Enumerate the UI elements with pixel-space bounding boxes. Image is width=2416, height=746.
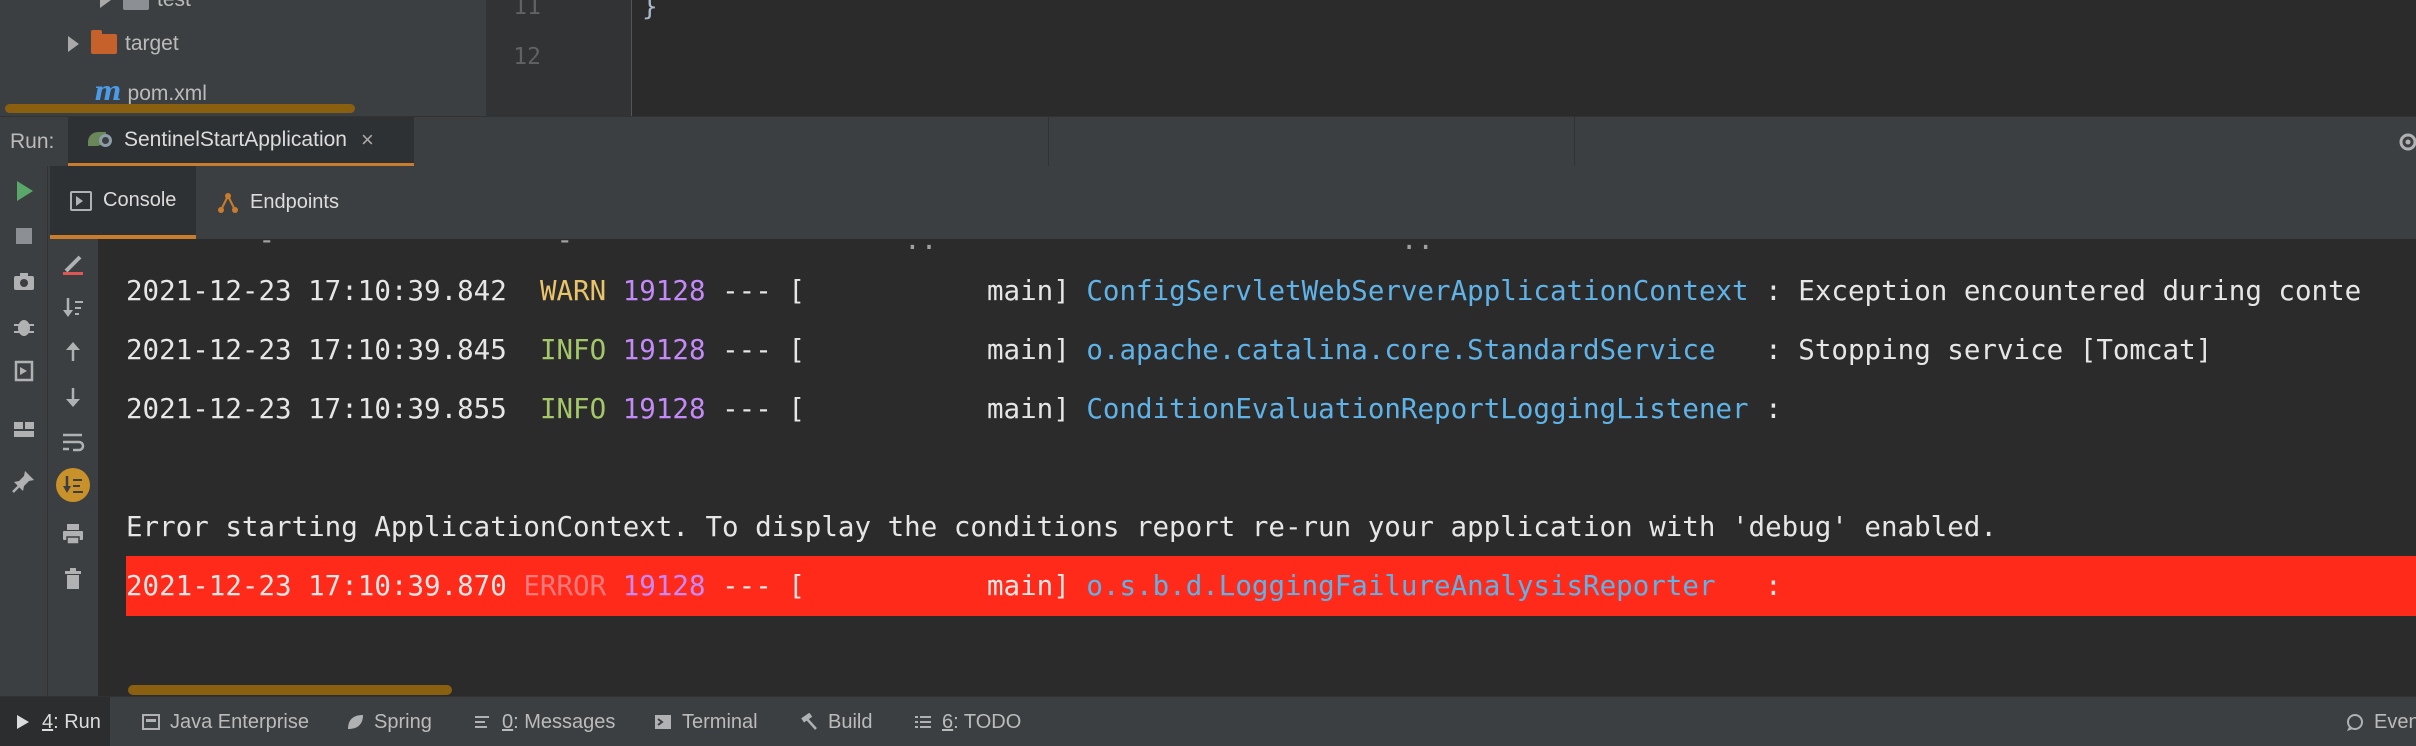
- toolwindow-run-button[interactable]: 4: Run: [0, 697, 110, 746]
- tab-endpoints[interactable]: Endpoints: [216, 166, 376, 239]
- endpoints-icon: [218, 192, 238, 213]
- line-number: 11: [513, 0, 541, 20]
- todo-list-icon: [915, 716, 931, 728]
- log-logger: o.s.b.d.LoggingFailureAnalysisReporter: [1086, 570, 1716, 602]
- tab-console[interactable]: Console: [50, 166, 196, 239]
- line-number: 12: [513, 44, 541, 70]
- toolwindow-terminal-button[interactable]: Terminal: [654, 697, 758, 746]
- log-level: INFO: [539, 393, 607, 425]
- toolwindow-messages-button[interactable]: 0: Messages: [474, 697, 615, 746]
- toolwindow-todo-button[interactable]: 6: TODO: [914, 697, 1021, 746]
- editor-region: test target m pom.xml 11 12 }: [0, 0, 2416, 116]
- tree-item-label: pom.xml: [127, 82, 207, 105]
- toolwindow-spring-button[interactable]: Spring: [346, 697, 432, 746]
- console-output[interactable]: - - .. .. 2021-12-23 17:10:39.842 WARN 1…: [98, 239, 2416, 696]
- camera-icon[interactable]: [11, 268, 37, 294]
- code-editor[interactable]: }: [632, 0, 2416, 116]
- log-pid: 19128: [622, 275, 706, 307]
- log-pid: 19128: [622, 570, 706, 602]
- event-log-icon: [2347, 714, 2363, 731]
- log-level: ERROR: [523, 570, 607, 602]
- layout-icon[interactable]: [11, 416, 37, 442]
- spring-leaf-icon: [348, 715, 363, 729]
- print-icon[interactable]: [60, 521, 86, 547]
- log-pid: 19128: [622, 393, 706, 425]
- scroll-to-end-icon[interactable]: [55, 467, 91, 503]
- log-pid: 19128: [622, 334, 706, 366]
- rerun-icon[interactable]: [11, 178, 37, 204]
- hammer-icon: [801, 713, 817, 730]
- log-message-line: Error starting ApplicationContext. To di…: [126, 511, 1997, 543]
- log-level: WARN: [539, 275, 607, 307]
- pin-icon[interactable]: [11, 468, 37, 494]
- log-level: INFO: [539, 334, 607, 366]
- tool-window-strip: 4: Run Java Enterprise Spring 0: Message…: [0, 696, 2416, 746]
- run-tab-label: SentinelStartApplication: [124, 128, 347, 151]
- java-enterprise-icon: [142, 714, 160, 730]
- spring-boot-run-icon: [88, 130, 114, 150]
- log-line: 2021-12-23 17:10:39.842 WARN 19128 --- […: [126, 275, 2362, 307]
- code-text: }: [642, 0, 658, 22]
- play-icon: [17, 715, 29, 729]
- arrow-down-icon[interactable]: [60, 384, 86, 410]
- log-logger: ConditionEvaluationReportLoggingListener: [1086, 393, 1749, 425]
- console-horizontal-scrollbar[interactable]: [128, 685, 452, 695]
- trash-icon[interactable]: [60, 566, 86, 592]
- run-config-tab[interactable]: SentinelStartApplication ×: [68, 117, 414, 167]
- tree-item-label: test: [157, 0, 191, 12]
- debug-bug-icon[interactable]: [11, 313, 37, 339]
- messages-icon: [475, 716, 489, 728]
- terminal-icon: [655, 715, 671, 729]
- log-logger: ConfigServletWebServerApplicationContext: [1086, 275, 1749, 307]
- toolwindow-java-enterprise-button[interactable]: Java Enterprise: [142, 697, 309, 746]
- tree-item-label: target: [125, 32, 179, 55]
- sort-down-icon[interactable]: [60, 294, 86, 320]
- ide-window: test target m pom.xml 11 12 } Run:: [0, 0, 2416, 746]
- exit-icon[interactable]: [11, 358, 37, 384]
- console-actions-toolbar: [48, 239, 98, 696]
- maven-icon: m: [94, 77, 122, 107]
- stop-icon[interactable]: [11, 223, 37, 249]
- log-line-error: 2021-12-23 17:10:39.870 ERROR 19128 --- …: [126, 570, 1782, 602]
- toolwindow-event-log-button[interactable]: Event: [2346, 697, 2416, 746]
- tree-item-target[interactable]: target: [68, 26, 179, 62]
- log-line: 2021-12-23 17:10:39.855 INFO 19128 --- […: [126, 393, 1782, 425]
- toolwindow-build-button[interactable]: Build: [800, 697, 872, 746]
- console-icon: [70, 190, 92, 211]
- console-partial-line: - - .. ..: [126, 239, 1434, 256]
- log-logger: o.apache.catalina.core.StandardService: [1086, 334, 1716, 366]
- run-actions-toolbar: [0, 166, 48, 696]
- folder-icon: [123, 0, 149, 10]
- clear-highlight-icon[interactable]: [60, 251, 86, 277]
- tree-item-test[interactable]: test: [100, 0, 191, 18]
- soft-wrap-icon[interactable]: [60, 429, 86, 455]
- project-tree-panel: test target m pom.xml: [0, 0, 486, 116]
- expand-arrow-icon[interactable]: [100, 0, 111, 8]
- run-toolwindow-header: Run: SentinelStartApplication ×: [0, 116, 2416, 167]
- run-label: Run:: [10, 130, 55, 153]
- tab-console-label: Console: [103, 189, 177, 211]
- tab-endpoints-label: Endpoints: [250, 191, 339, 213]
- expand-arrow-icon[interactable]: [68, 36, 79, 52]
- log-line: 2021-12-23 17:10:39.845 INFO 19128 --- […: [126, 334, 2213, 366]
- project-horizontal-scrollbar[interactable]: [5, 104, 355, 113]
- close-icon[interactable]: ×: [361, 127, 374, 153]
- arrow-up-icon[interactable]: [60, 339, 86, 365]
- gear-icon[interactable]: [2390, 129, 2416, 155]
- line-number-gutter: 11 12: [486, 0, 632, 116]
- folder-icon: [91, 30, 117, 54]
- run-subtabs: Console Endpoints: [48, 166, 2416, 239]
